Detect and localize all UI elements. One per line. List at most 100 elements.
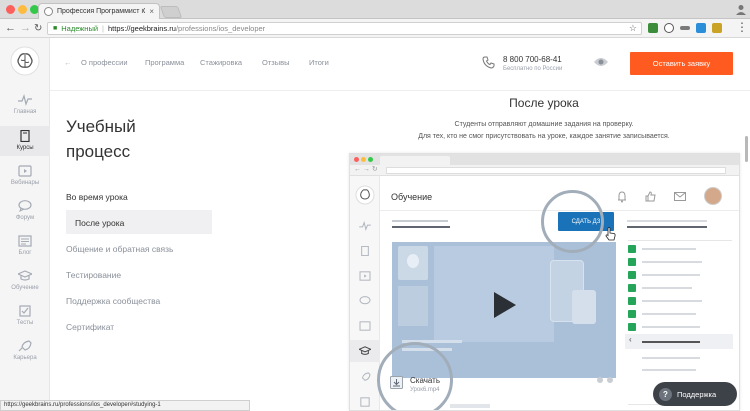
sidebar-item-label: Главная	[13, 109, 37, 115]
secure-label: Надежный	[61, 24, 99, 33]
video-icon	[18, 165, 32, 177]
menu-item-community[interactable]: Поддержка сообщества	[66, 296, 160, 306]
sidebar-item-label: Тесты	[16, 320, 34, 326]
sidebar-item-label: Форум	[15, 215, 35, 221]
question-icon: ?	[659, 387, 672, 401]
pulse-icon	[18, 94, 32, 106]
mock-emoji-icon	[597, 377, 603, 383]
platform-screenshot: ← → ↻ Обучение ‹ Скачать Урок6.mp4 СДАТЬ…	[349, 153, 740, 411]
rocket-icon	[18, 340, 32, 352]
mock-page-title: Обучение	[391, 192, 433, 202]
mock-check-icon	[628, 284, 636, 292]
sidebar-item-blog[interactable]: Блог	[0, 235, 50, 261]
browser-tab-bar: Профессия Программист iOS ×	[0, 0, 750, 19]
sidebar-item-label: Блог	[18, 250, 32, 256]
tool-extension-icon[interactable]	[680, 26, 690, 30]
browser-tab[interactable]: Профессия Программист iOS ×	[38, 3, 160, 19]
brain-logo-icon[interactable]	[10, 46, 40, 76]
mock-address-bar: ← → ↻	[350, 165, 739, 176]
checkbox-icon	[19, 305, 31, 317]
mock-check-icon	[628, 310, 636, 318]
mock-check-icon	[628, 271, 636, 279]
section-title: После урока	[509, 96, 579, 110]
bookmark-star-icon[interactable]: ☆	[629, 23, 637, 34]
sidebar-item-career[interactable]: Карьера	[0, 340, 50, 366]
minimize-window-button[interactable]	[18, 5, 27, 14]
leave-request-button[interactable]: Оставить заявку	[630, 52, 733, 75]
nav-link-results[interactable]: Итоги	[309, 58, 329, 67]
page-title: Учебный процесс	[66, 117, 136, 161]
menu-item-after-lesson[interactable]: После урока	[75, 218, 124, 228]
mock-checkbox-icon	[360, 397, 370, 407]
mock-rocket-icon	[361, 372, 371, 381]
favicon-icon	[44, 7, 53, 16]
mock-chat-icon	[359, 296, 371, 305]
search-extension-icon[interactable]	[664, 23, 674, 33]
url-host: https://geekbrains.ru	[107, 24, 176, 33]
tab-close-button[interactable]: ×	[149, 7, 154, 16]
support-label: Поддержка	[677, 389, 717, 399]
mock-video-icon	[359, 271, 371, 281]
newspaper-icon	[18, 235, 32, 247]
mock-check-icon	[628, 323, 636, 331]
note-extension-icon[interactable]	[712, 23, 722, 33]
sidebar-item-tests[interactable]: Тесты	[0, 305, 50, 331]
highlight-ring	[377, 342, 453, 410]
mock-pulse-icon	[359, 221, 371, 231]
phone-number[interactable]: 8 800 700-68-41	[503, 55, 562, 64]
sidebar-item-webinars[interactable]: Вебинары	[0, 165, 50, 191]
sidebar-item-learning[interactable]: Обучение	[0, 270, 50, 296]
support-button[interactable]: ? Поддержка	[653, 382, 737, 406]
url-field[interactable]: ■ Надежный | https://geekbrains.ru/profe…	[47, 22, 642, 35]
mock-check-icon	[628, 258, 636, 266]
close-window-button[interactable]	[6, 5, 15, 14]
nav-link-program[interactable]: Программа	[145, 58, 184, 67]
nav-link-about[interactable]: О профессии	[81, 58, 128, 67]
menu-item-certificate[interactable]: Сертификат	[66, 322, 114, 332]
cursor-extension-icon[interactable]	[696, 23, 706, 33]
top-navigation: ← О профессии Программа Стажировка Отзыв…	[50, 38, 750, 91]
eye-icon[interactable]	[593, 56, 609, 68]
phone-note: Бесплатно по России	[503, 66, 563, 72]
menu-item-during-lesson[interactable]: Во время урока	[66, 192, 128, 202]
menu-kebab-icon[interactable]: ⋮	[736, 20, 748, 34]
sidebar-item-home[interactable]: Главная	[0, 94, 50, 120]
mock-tab-bar	[350, 154, 739, 165]
nav-link-internship[interactable]: Стажировка	[200, 58, 242, 67]
mock-brain-logo-icon	[355, 185, 375, 205]
chat-icon	[18, 200, 32, 212]
mock-newspaper-icon	[359, 321, 371, 331]
mock-bell-icon	[618, 191, 626, 203]
menu-item-communication[interactable]: Общение и обратная связь	[66, 244, 174, 254]
tab-title: Профессия Программист iOS	[57, 8, 146, 15]
sidebar-item-label: Вебинары	[10, 180, 40, 186]
scrollbar[interactable]	[745, 136, 748, 162]
address-bar-row: ← → ↻ ■ Надежный | https://geekbrains.ru…	[0, 19, 750, 38]
highlight-ring	[541, 190, 604, 253]
profile-icon[interactable]	[736, 4, 746, 15]
mock-check-icon	[628, 297, 636, 305]
status-bar-url: https://geekbrains.ru/professions/ios_de…	[0, 400, 250, 411]
menu-item-testing[interactable]: Тестирование	[66, 270, 121, 280]
sidebar-item-label: Обучение	[11, 285, 39, 291]
sidebar-item-courses[interactable]: Курсы	[0, 126, 50, 156]
mock-avatar	[704, 187, 722, 205]
back-arrow-icon[interactable]: ←	[5, 21, 16, 36]
nav-link-reviews[interactable]: Отзывы	[262, 58, 289, 67]
mock-book-icon	[361, 246, 369, 256]
mock-like-icon	[645, 191, 656, 202]
new-tab-button[interactable]	[159, 6, 183, 18]
phone-icon	[482, 56, 495, 69]
sidebar-item-forum[interactable]: Форум	[0, 200, 50, 226]
mock-chevron-left-icon: ‹	[629, 335, 632, 344]
extension-icon[interactable]	[648, 23, 658, 33]
sidebar: Главная Курсы Вебинары Форум Блог Обучен…	[0, 38, 50, 411]
mock-mail-icon	[674, 192, 686, 201]
back-arrow-icon[interactable]: ←	[64, 58, 72, 67]
sidebar-item-label: Курсы	[16, 145, 34, 151]
url-path: /professions/ios_developer	[175, 24, 266, 33]
section-subtitle-1: Студенты отправляют домашние задания на …	[454, 121, 634, 128]
mock-emoji-icon	[607, 377, 613, 383]
reload-icon[interactable]: ↻	[34, 21, 42, 36]
forward-arrow-icon[interactable]: →	[20, 21, 31, 36]
